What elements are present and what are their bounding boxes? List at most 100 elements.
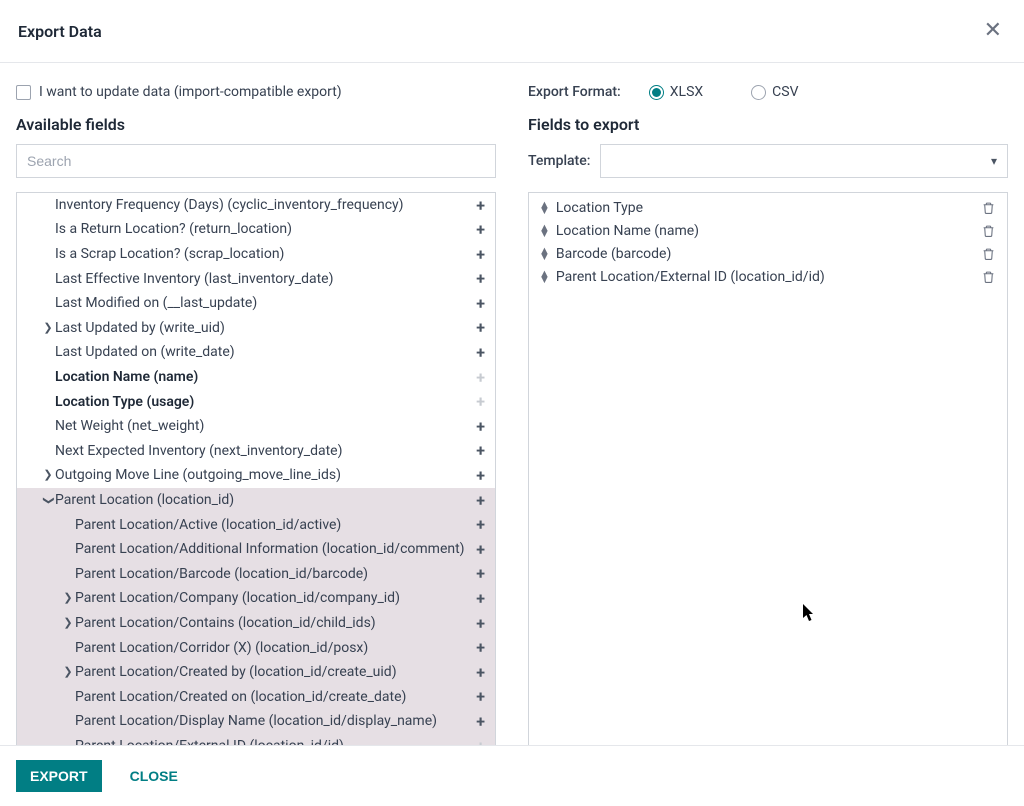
- modal-footer: EXPORT CLOSE: [0, 745, 1024, 806]
- plus-icon[interactable]: +: [470, 662, 485, 684]
- chevron-down-icon: ▾: [991, 154, 997, 168]
- caret-down-icon[interactable]: ❯: [41, 493, 56, 507]
- import-compat-checkbox[interactable]: [16, 85, 31, 100]
- left-column: I want to update data (import-compatible…: [16, 79, 496, 747]
- plus-icon: +: [470, 367, 485, 389]
- field-label: Parent Location (location_id): [55, 491, 234, 510]
- field-label: Parent Location/Display Name (location_i…: [75, 712, 437, 731]
- trash-icon[interactable]: [982, 270, 995, 284]
- plus-icon[interactable]: +: [470, 490, 485, 512]
- export-fields-box[interactable]: ▲▼Location Type▲▼Location Name (name)▲▼B…: [528, 192, 1008, 747]
- plus-icon[interactable]: +: [470, 219, 485, 241]
- trash-icon[interactable]: [982, 224, 995, 238]
- available-field-row[interactable]: ❯Parent Location (location_id) +: [17, 488, 495, 513]
- available-field-row[interactable]: ❯Is a Return Location? (return_location)…: [17, 218, 495, 243]
- plus-icon[interactable]: +: [470, 195, 485, 217]
- available-field-row[interactable]: ❯Is a Scrap Location? (scrap_location)+: [17, 242, 495, 267]
- available-field-row[interactable]: ❯Parent Location/Corridor (X) (location_…: [17, 636, 495, 661]
- export-button[interactable]: EXPORT: [16, 760, 102, 792]
- drag-handle-icon[interactable]: ▲▼: [539, 202, 550, 214]
- field-label: Location Type (usage): [55, 393, 194, 412]
- field-label: Parent Location/Barcode (location_id/bar…: [75, 565, 368, 584]
- radio-csv-indicator[interactable]: [751, 85, 766, 100]
- caret-right-icon[interactable]: ❯: [61, 665, 75, 680]
- search-input[interactable]: [16, 144, 496, 178]
- available-field-row[interactable]: ❯Last Updated on (write_date)+: [17, 341, 495, 366]
- template-label: Template:: [528, 153, 590, 169]
- trash-icon[interactable]: [982, 201, 995, 215]
- drag-handle-icon[interactable]: ▲▼: [539, 271, 550, 283]
- drag-handle-icon[interactable]: ▲▼: [539, 225, 550, 237]
- plus-icon[interactable]: +: [470, 465, 485, 487]
- available-field-row[interactable]: ❯Last Effective Inventory (last_inventor…: [17, 267, 495, 292]
- radio-xlsx-label: XLSX: [670, 84, 703, 100]
- available-field-row[interactable]: ❯Last Updated by (write_uid)+: [17, 316, 495, 341]
- available-fields-title: Available fields: [16, 115, 496, 134]
- trash-icon[interactable]: [982, 247, 995, 261]
- radio-csv[interactable]: CSV: [751, 84, 798, 100]
- available-field-row[interactable]: ❯Parent Location/Additional Information …: [17, 537, 495, 562]
- import-compat-row[interactable]: I want to update data (import-compatible…: [16, 79, 496, 105]
- plus-icon[interactable]: +: [470, 637, 485, 659]
- export-field-row[interactable]: ▲▼ Barcode (barcode): [529, 243, 1007, 266]
- plus-icon[interactable]: +: [470, 440, 485, 462]
- template-select[interactable]: ▾: [600, 144, 1008, 178]
- modal-body: I want to update data (import-compatible…: [0, 63, 1024, 747]
- available-field-row[interactable]: ❯Parent Location/Display Name (location_…: [17, 709, 495, 734]
- available-field-row[interactable]: ❯Parent Location/Barcode (location_id/ba…: [17, 562, 495, 587]
- plus-icon[interactable]: +: [470, 686, 485, 708]
- plus-icon: +: [470, 391, 485, 413]
- radio-xlsx[interactable]: XLSX: [649, 84, 703, 100]
- export-field-row[interactable]: ▲▼Parent Location/External ID (location_…: [529, 266, 1007, 289]
- close-icon[interactable]: ✕: [980, 18, 1006, 44]
- available-field-row[interactable]: ❯Parent Location/Created on (location_id…: [17, 685, 495, 710]
- field-label: Parent Location/Created on (location_id/…: [75, 688, 406, 707]
- plus-icon[interactable]: +: [470, 268, 485, 290]
- plus-icon[interactable]: +: [470, 293, 485, 315]
- caret-right-icon[interactable]: ❯: [61, 591, 75, 606]
- available-field-row[interactable]: ❯Outgoing Move Line (outgoing_move_line_…: [17, 464, 495, 489]
- plus-icon[interactable]: +: [470, 342, 485, 364]
- export-field-row[interactable]: ▲▼ Location Type: [529, 197, 1007, 220]
- field-label: Parent Location/Corridor (X) (location_i…: [75, 639, 368, 658]
- export-field-label: Location Type: [556, 199, 982, 218]
- caret-right-icon[interactable]: ❯: [61, 616, 75, 631]
- available-field-row[interactable]: ❯Inventory Frequency (Days) (cyclic_inve…: [17, 193, 495, 218]
- export-field-label: Barcode (barcode): [556, 245, 982, 264]
- plus-icon[interactable]: +: [470, 514, 485, 536]
- available-field-row[interactable]: ❯Last Modified on (__last_update)+: [17, 291, 495, 316]
- available-field-row[interactable]: ❯Parent Location/Contains (location_id/c…: [17, 611, 495, 636]
- field-label: Parent Location/Active (location_id/acti…: [75, 516, 341, 535]
- field-label: Is a Scrap Location? (scrap_location): [55, 245, 284, 264]
- available-field-row[interactable]: ❯Location Name (name)+: [17, 365, 495, 390]
- plus-icon[interactable]: +: [470, 563, 485, 585]
- radio-xlsx-indicator[interactable]: [649, 85, 664, 100]
- available-fields-box[interactable]: ❯Inventory Frequency (Days) (cyclic_inve…: [16, 192, 496, 747]
- caret-right-icon[interactable]: ❯: [41, 468, 55, 483]
- available-field-row[interactable]: ❯Parent Location/Company (location_id/co…: [17, 587, 495, 612]
- field-label: Last Effective Inventory (last_inventory…: [55, 270, 333, 289]
- right-column: Export Format: XLSX CSV Fields to export…: [528, 79, 1008, 747]
- drag-handle-icon[interactable]: ▲▼: [539, 248, 550, 260]
- available-field-row[interactable]: ❯Location Type (usage)+: [17, 390, 495, 415]
- close-button[interactable]: CLOSE: [116, 760, 192, 792]
- export-format-label: Export Format:: [528, 84, 621, 100]
- field-label: Parent Location/Company (location_id/com…: [75, 589, 400, 608]
- caret-right-icon[interactable]: ❯: [41, 321, 55, 336]
- plus-icon[interactable]: +: [470, 539, 485, 561]
- plus-icon[interactable]: +: [470, 317, 485, 339]
- plus-icon[interactable]: +: [470, 416, 485, 438]
- export-field-row[interactable]: ▲▼Location Name (name): [529, 220, 1007, 243]
- modal-header: Export Data ✕: [0, 0, 1024, 63]
- plus-icon[interactable]: +: [470, 244, 485, 266]
- plus-icon[interactable]: +: [470, 613, 485, 635]
- available-field-row[interactable]: ❯Parent Location/Created by (location_id…: [17, 660, 495, 685]
- radio-csv-label: CSV: [772, 84, 798, 100]
- plus-icon[interactable]: +: [470, 588, 485, 610]
- available-field-row[interactable]: ❯Next Expected Inventory (next_inventory…: [17, 439, 495, 464]
- available-field-row[interactable]: ❯Net Weight (net_weight)+: [17, 414, 495, 439]
- available-field-row[interactable]: ❯Parent Location/Active (location_id/act…: [17, 513, 495, 538]
- field-label: Parent Location/Contains (location_id/ch…: [75, 614, 376, 633]
- plus-icon[interactable]: +: [470, 711, 485, 733]
- field-label: Net Weight (net_weight): [55, 417, 204, 436]
